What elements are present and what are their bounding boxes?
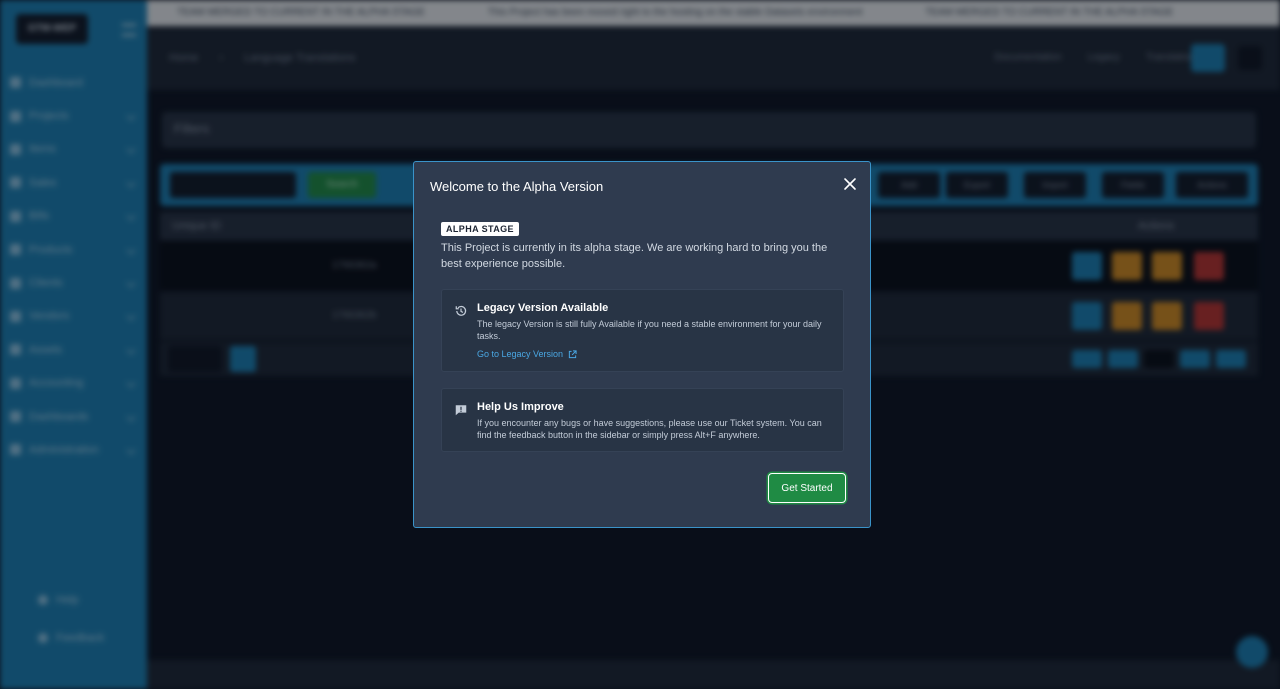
- legacy-link[interactable]: Go to Legacy Version: [477, 349, 577, 359]
- get-started-button[interactable]: Get Started: [768, 473, 846, 503]
- alpha-stage-badge: ALPHA STAGE: [441, 222, 519, 236]
- improve-card: Help Us Improve If you encounter any bug…: [441, 388, 844, 452]
- legacy-card: Legacy Version Available The legacy Vers…: [441, 289, 844, 372]
- close-button[interactable]: [842, 176, 858, 192]
- improve-title: Help Us Improve: [477, 401, 564, 413]
- modal-title: Welcome to the Alpha Version: [430, 179, 604, 194]
- intro-text: This Project is currently in its alpha s…: [441, 242, 828, 270]
- legacy-link-label: Go to Legacy Version: [477, 349, 564, 359]
- welcome-modal: Welcome to the Alpha Version ALPHA STAGE…: [413, 161, 871, 528]
- feedback-icon: [455, 405, 467, 416]
- legacy-title: Legacy Version Available: [477, 302, 609, 314]
- legacy-text: The legacy Version is still fully Availa…: [477, 319, 822, 341]
- external-link-icon: [568, 349, 577, 358]
- history-icon: [455, 305, 467, 316]
- close-icon: [844, 178, 856, 190]
- improve-text: If you encounter any bugs or have sugges…: [477, 418, 822, 440]
